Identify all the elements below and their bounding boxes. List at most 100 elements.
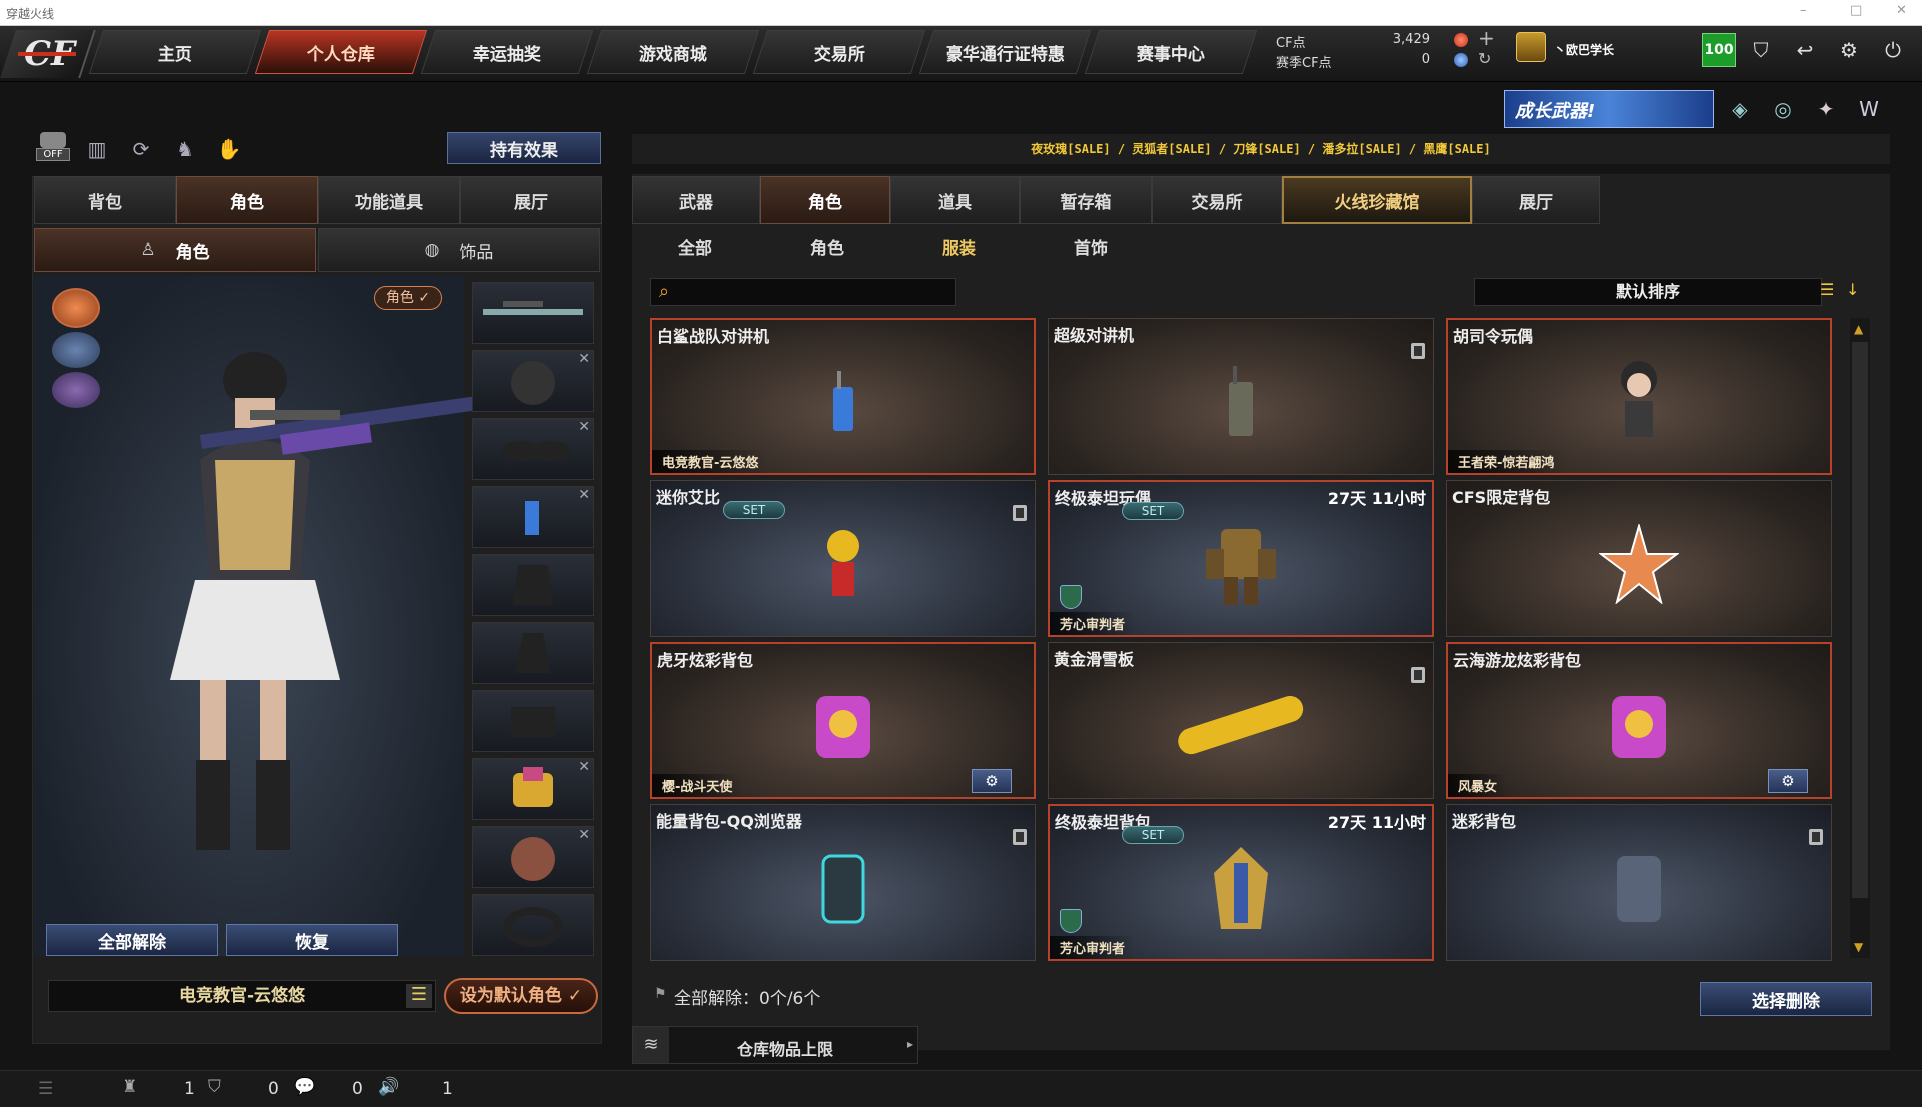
search-box[interactable]: ⌕ [650, 278, 956, 306]
trash-icon[interactable] [1809, 829, 1823, 845]
settings-gear-icon[interactable]: ⚙ [1832, 33, 1866, 67]
trash-icon[interactable] [1411, 343, 1425, 359]
sale-ticker[interactable]: 夜玫瑰[SALE] / 灵狐者[SALE] / 刀锋[SALE] / 潘多拉[S… [632, 134, 1890, 164]
item-card[interactable]: 黄金滑雪板 [1048, 642, 1434, 799]
trash-icon[interactable] [1013, 505, 1027, 521]
growth-weapon-banner[interactable]: 成长武器! [1504, 90, 1714, 128]
item-card[interactable]: 云海游龙炫彩背包 风暴女 ⚙ [1446, 642, 1832, 799]
storage-limit-bar[interactable]: ≋ 仓库物品上限 ▸ [632, 1026, 918, 1064]
item-card[interactable]: 迷彩背包 [1446, 804, 1832, 961]
tab-character[interactable]: 角色 [176, 176, 318, 224]
nav-shop[interactable]: 游戏商城 [586, 30, 760, 74]
rotate-icon[interactable]: ⟳ [124, 132, 158, 166]
chat-icon[interactable]: 💬 [294, 1077, 315, 1097]
close-button[interactable]: ✕ [1896, 3, 1907, 18]
exit-room-icon[interactable]: ↩ [1788, 33, 1822, 67]
tab-exchange[interactable]: 交易所 [1152, 176, 1282, 224]
slot-ring-gold[interactable]: ✕ [472, 758, 594, 820]
search-input[interactable] [683, 281, 949, 303]
nav-pass-sale[interactable]: 豪华通行证特惠 [918, 30, 1092, 74]
tab-weapons[interactable]: 武器 [632, 176, 760, 224]
remove-icon[interactable]: ✕ [578, 759, 590, 775]
tab-function-items[interactable]: 功能道具 [318, 176, 460, 224]
item-card[interactable]: CFS限定背包 [1446, 480, 1832, 637]
scroll-thumb[interactable] [1852, 342, 1868, 898]
tab-showroom[interactable]: 展厅 [460, 176, 602, 224]
nav-home[interactable]: 主页 [88, 30, 262, 74]
scrollbar[interactable]: ▲ ▼ [1850, 318, 1870, 958]
unequip-all-button[interactable]: 全部解除 [46, 924, 218, 956]
target-icon[interactable]: ◎ [1766, 92, 1800, 126]
item-card[interactable]: 白鲨战队对讲机 电竞教官-云悠悠 [650, 318, 1036, 475]
trash-icon[interactable] [1013, 829, 1027, 845]
stats-icon[interactable]: ▥ [80, 132, 114, 166]
nav-lottery[interactable]: 幸运抽奖 [420, 30, 594, 74]
tab-collection[interactable]: 火线珍藏馆 [1282, 176, 1472, 224]
nav-exchange[interactable]: 交易所 [752, 30, 926, 74]
maximize-button[interactable]: □ [1850, 3, 1862, 18]
add-points-icon[interactable]: + [1478, 26, 1495, 50]
gift-icon[interactable]: ✦ [1809, 92, 1843, 126]
filter-jewelry[interactable]: 首饰 [1026, 234, 1156, 259]
item-card[interactable]: 超级对讲机 [1048, 318, 1434, 475]
minimize-button[interactable]: – [1800, 3, 1807, 18]
pose-icon[interactable]: ♞ [168, 132, 202, 166]
hand-icon[interactable]: ✋ [212, 132, 246, 166]
select-delete-button[interactable]: 选择删除 [1700, 982, 1872, 1016]
badge-v-icon[interactable]: ◈ [1723, 92, 1757, 126]
settings-gear-icon[interactable]: ⚙ [972, 769, 1012, 793]
faction-bird-icon[interactable] [52, 372, 100, 408]
filter-character[interactable]: 角色 [762, 234, 892, 259]
power-icon[interactable]: ⏻ [1876, 33, 1910, 67]
slot-ring-tiger[interactable]: ✕ [472, 826, 594, 888]
remove-icon[interactable]: ✕ [578, 487, 590, 503]
set-default-character-button[interactable]: 设为默认角色 ✓ [444, 978, 598, 1014]
scroll-down-icon[interactable]: ▼ [1854, 940, 1863, 954]
scroll-up-icon[interactable]: ▲ [1854, 322, 1863, 336]
item-card[interactable]: 终极泰坦玩偶 27天 11小时 SET 芳心审判者 [1048, 480, 1434, 637]
slot-goggles[interactable]: ✕ [472, 418, 594, 480]
item-card[interactable]: 终极泰坦背包 27天 11小时 SET 芳心审判者 [1048, 804, 1434, 961]
volume-icon[interactable]: 🔊 [378, 1077, 399, 1097]
nav-warehouse[interactable]: 个人仓库 [254, 30, 428, 74]
slot-weapon[interactable] [472, 282, 594, 344]
subtab-accessory[interactable]: ◍ 饰品 [318, 228, 600, 272]
tab-character[interactable]: 角色 [760, 176, 890, 224]
off-toggle-icon[interactable]: OFF [36, 132, 70, 166]
filter-costume[interactable]: 服装 [894, 234, 1024, 259]
slot-armor[interactable] [472, 622, 594, 684]
item-card[interactable]: 胡司令玩偶 王者荣-惊若翩鸿 [1446, 318, 1832, 475]
role-badge[interactable]: 角色 ✓ [374, 286, 442, 310]
item-card[interactable]: 迷你艾比 SET [650, 480, 1036, 637]
tab-items[interactable]: 道具 [890, 176, 1020, 224]
remove-icon[interactable]: ✕ [578, 351, 590, 367]
restore-button[interactable]: 恢复 [226, 924, 398, 956]
settings-gear-icon[interactable]: ⚙ [1768, 769, 1808, 793]
slot-vest[interactable] [472, 554, 594, 616]
remove-icon[interactable]: ✕ [578, 827, 590, 843]
tab-temp-box[interactable]: 暂存箱 [1020, 176, 1152, 224]
menu-icon[interactable]: ☰ [38, 1079, 53, 1099]
item-card[interactable]: 虎牙炫彩背包 樱-战斗天使 ⚙ [650, 642, 1036, 799]
faction-eagle-icon[interactable] [52, 288, 100, 328]
tab-backpack[interactable]: 背包 [34, 176, 176, 224]
slot-pants[interactable] [472, 690, 594, 752]
filter-all[interactable]: 全部 [630, 234, 760, 259]
slot-ring-empty[interactable] [472, 894, 594, 956]
sort-arrow-icon[interactable]: ↓ [1846, 280, 1866, 304]
expand-arrow-icon[interactable]: ▸ [907, 1037, 913, 1051]
subtab-character[interactable]: ♙ 角色 [34, 228, 316, 272]
menu-icon[interactable]: ☰ [406, 984, 432, 1008]
effects-button[interactable]: 持有效果 [447, 132, 601, 164]
cf-logo[interactable]: CF [0, 30, 96, 78]
slot-helmet[interactable]: ✕ [472, 350, 594, 412]
slot-radio[interactable]: ✕ [472, 486, 594, 548]
tab-showroom[interactable]: 展厅 [1472, 176, 1600, 224]
sort-dropdown[interactable]: 默认排序 [1474, 278, 1822, 306]
refresh-icon[interactable]: ↻ [1478, 49, 1491, 68]
trash-icon[interactable] [1411, 667, 1425, 683]
wing-icon[interactable]: W [1852, 92, 1886, 126]
item-card[interactable]: 能量背包-QQ浏览器 [650, 804, 1036, 961]
nav-match-center[interactable]: 赛事中心 [1084, 30, 1258, 74]
shield-icon[interactable]: ⛉ [1744, 33, 1778, 67]
